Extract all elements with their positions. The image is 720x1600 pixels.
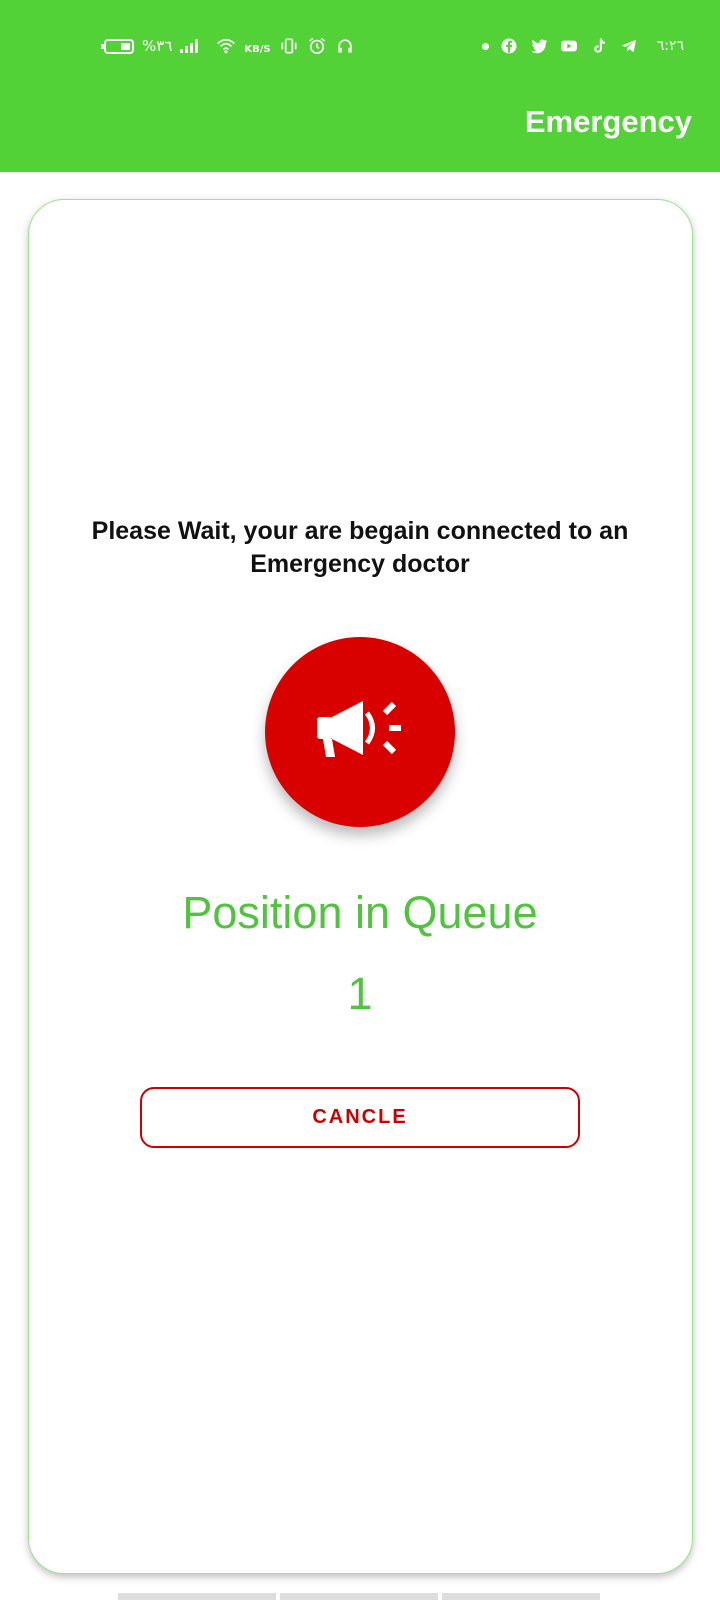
status-time: ٦:٢٦: [656, 38, 684, 54]
status-bar-left: %٣٦ KB/S: [101, 32, 355, 60]
queue-position-label: Position in Queue: [182, 887, 538, 938]
status-bar-right: ٦:٢٦: [481, 32, 684, 60]
vibrate-icon: [281, 38, 297, 54]
app-header: %٣٦ KB/S ٦:٢٦ Emergency: [0, 0, 720, 172]
facebook-icon: [501, 38, 517, 54]
alarm-icon: [308, 37, 325, 54]
notification-dot-icon: [481, 42, 489, 50]
queue-position-value: 1: [347, 968, 373, 1019]
cancel-button[interactable]: CANCLE: [140, 1087, 580, 1148]
network-speed: KB/S: [244, 43, 271, 55]
wifi-icon: [217, 38, 236, 54]
battery-icon: [101, 38, 134, 54]
page-title: Emergency: [524, 104, 692, 139]
battery-percentage: %٣٦: [142, 37, 173, 55]
twitter-icon: [530, 39, 548, 54]
headset-icon: [337, 39, 352, 53]
telegram-icon: [621, 39, 636, 53]
youtube-icon: [560, 40, 577, 52]
tiktok-icon: [593, 38, 605, 53]
bottom-edge-indicator: [118, 1593, 600, 1600]
emergency-alert-badge: [265, 637, 455, 827]
waiting-message: Please Wait, your are begain connected t…: [91, 517, 629, 578]
status-bar: %٣٦ KB/S ٦:٢٦: [0, 32, 720, 60]
megaphone-icon: [317, 701, 401, 757]
signal-icon: [180, 39, 199, 53]
